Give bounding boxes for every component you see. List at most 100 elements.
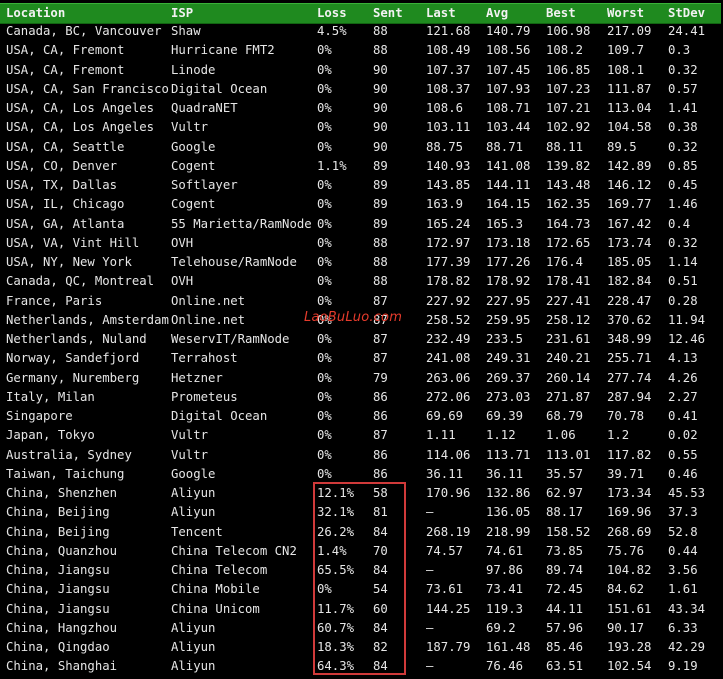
cell-last: 170.96 bbox=[426, 486, 471, 500]
cell-worst: 89.5 bbox=[607, 139, 637, 154]
cell-sent: 87 bbox=[373, 351, 388, 366]
cell-loss: 0% bbox=[317, 139, 332, 154]
cell-sent: 89 bbox=[373, 216, 388, 231]
cell-sent: 90 bbox=[373, 62, 388, 77]
cell-worst: 109.7 bbox=[607, 43, 645, 58]
table-row: Japan, Tokyo Vultr 0% 87 1.11 1.12 1.06 1.2 0.02 bbox=[0, 426, 723, 445]
cell-sent: 90 bbox=[373, 120, 388, 135]
cell-location: USA, CA, San Francisco bbox=[6, 81, 169, 96]
cell-avg: 108.71 bbox=[486, 101, 531, 115]
cell-isp: China Mobile bbox=[171, 582, 260, 597]
cell-loss: 0% bbox=[317, 43, 332, 58]
cell-last: 258.52 bbox=[426, 312, 471, 327]
cell-isp: Digital Ocean bbox=[171, 81, 268, 96]
cell-isp: Vultr bbox=[171, 428, 209, 443]
cell-location: USA, CA, Los Angeles bbox=[6, 101, 155, 115]
cell-loss: 0% bbox=[317, 351, 332, 366]
cell-isp: Aliyun bbox=[171, 505, 216, 520]
cell-worst: 193.28 bbox=[607, 640, 652, 654]
cell-avg: 108.56 bbox=[486, 43, 531, 58]
cell-best: 158.52 bbox=[546, 524, 591, 539]
cell-last: 140.93 bbox=[426, 158, 471, 173]
cell-worst: 104.82 bbox=[607, 563, 652, 577]
cell-stdev: 12.46 bbox=[668, 332, 706, 346]
cell-isp: Online.net bbox=[171, 312, 246, 327]
cell-stdev: 37.3 bbox=[668, 505, 698, 520]
cell-isp: Linode bbox=[171, 62, 216, 77]
cell-last: 143.85 bbox=[426, 178, 471, 192]
cell-avg: 218.99 bbox=[486, 524, 531, 539]
cell-isp: Aliyun bbox=[171, 620, 216, 635]
cell-avg: 107.93 bbox=[486, 81, 531, 96]
cell-best: 1.06 bbox=[546, 428, 576, 443]
cell-last: 187.79 bbox=[426, 640, 471, 654]
cell-best: 258.12 bbox=[546, 312, 591, 327]
ping-results-window: Location ISP Loss Sent Last Avg Best Wor… bbox=[0, 0, 723, 679]
cell-best: 176.4 bbox=[546, 255, 584, 269]
cell-best: 106.85 bbox=[546, 62, 591, 77]
cell-stdev: 45.53 bbox=[668, 486, 706, 500]
cell-sent: 86 bbox=[373, 447, 388, 462]
cell-worst: 1.2 bbox=[607, 428, 630, 443]
cell-best: 143.48 bbox=[546, 178, 591, 192]
cell-sent: 86 bbox=[373, 409, 388, 423]
cell-location: China, Beijing bbox=[6, 505, 110, 520]
cell-avg: 107.45 bbox=[486, 62, 531, 77]
cell-stdev: 0.46 bbox=[668, 466, 698, 481]
cell-sent: 88 bbox=[373, 255, 388, 269]
cell-avg: 233.5 bbox=[486, 332, 524, 346]
cell-last: – bbox=[426, 505, 434, 520]
cell-location: USA, TX, Dallas bbox=[6, 178, 118, 192]
table-row: USA, CA, Los Angeles Vultr 0% 90 103.11 103.4… bbox=[0, 118, 723, 137]
table-row: Italy, Milan Prometeus 0% 86 272.06 273.03 271… bbox=[0, 388, 723, 407]
table-row: Singapore Digital Ocean 0% 86 69.69 69.39 68.7… bbox=[0, 407, 723, 426]
cell-avg: 113.71 bbox=[486, 447, 531, 462]
cell-isp: China Unicom bbox=[171, 601, 260, 616]
cell-loss: 0% bbox=[317, 197, 332, 212]
cell-last: 103.11 bbox=[426, 120, 471, 135]
cell-location: China, Qingdao bbox=[6, 640, 110, 654]
cell-last: 107.37 bbox=[426, 62, 471, 77]
cell-last: 232.49 bbox=[426, 332, 471, 346]
cell-location: USA, CO, Denver bbox=[6, 158, 118, 173]
table-row: USA, CA, San Francisco Digital Ocean 0% 90 1… bbox=[0, 80, 723, 99]
cell-loss: 0% bbox=[317, 235, 332, 250]
cell-isp: Aliyun bbox=[171, 640, 216, 654]
header-avg: Avg bbox=[486, 6, 509, 20]
cell-stdev: 4.13 bbox=[668, 351, 698, 366]
cell-avg: 178.92 bbox=[486, 274, 531, 289]
cell-sent: 88 bbox=[373, 24, 388, 38]
cell-worst: 70.78 bbox=[607, 409, 645, 423]
cell-best: 57.96 bbox=[546, 620, 584, 635]
cell-last: 263.06 bbox=[426, 370, 471, 385]
cell-worst: 277.74 bbox=[607, 370, 652, 385]
table-row: USA, NY, New York Telehouse/RamNode 0% 88 17… bbox=[0, 253, 723, 272]
cell-stdev: 0.85 bbox=[668, 158, 698, 173]
cell-isp: WeservIT/RamNode bbox=[171, 332, 290, 346]
cell-best: 102.92 bbox=[546, 120, 591, 135]
cell-isp: China Telecom bbox=[171, 563, 268, 577]
table-row: Australia, Sydney Vultr 0% 86 114.06 113.71 11… bbox=[0, 446, 723, 465]
cell-sent: 87 bbox=[373, 332, 388, 346]
cell-stdev: 42.29 bbox=[668, 640, 706, 654]
cell-loss: 0% bbox=[317, 428, 332, 443]
cell-sent: 88 bbox=[373, 235, 388, 250]
cell-last: 227.92 bbox=[426, 293, 471, 308]
cell-last: 177.39 bbox=[426, 255, 471, 269]
cell-best: 85.46 bbox=[546, 640, 584, 654]
cell-loss: 1.1% bbox=[317, 158, 347, 173]
cell-avg: 177.26 bbox=[486, 255, 531, 269]
cell-loss: 0% bbox=[317, 447, 332, 462]
cell-best: 271.87 bbox=[546, 389, 591, 404]
cell-worst: 104.58 bbox=[607, 120, 652, 135]
cell-worst: 146.12 bbox=[607, 178, 652, 192]
table-row: USA, GA, Atlanta 55 Marietta/RamNode 0% 89 1… bbox=[0, 215, 723, 234]
cell-stdev: 0.51 bbox=[668, 274, 698, 289]
cell-avg: 249.31 bbox=[486, 351, 531, 366]
cell-best: 172.65 bbox=[546, 235, 591, 250]
cell-worst: 169.96 bbox=[607, 505, 652, 520]
cell-worst: 90.17 bbox=[607, 620, 645, 635]
cell-sent: 86 bbox=[373, 389, 388, 404]
cell-loss: 0% bbox=[317, 466, 332, 481]
cell-last: 178.82 bbox=[426, 274, 471, 289]
